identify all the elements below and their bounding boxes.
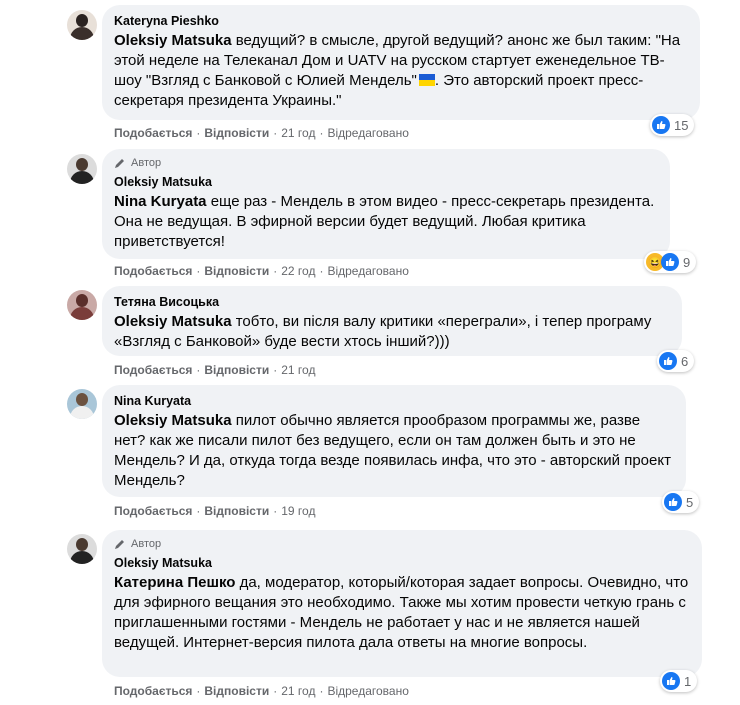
comment-text: Nina Kuryata еще раз - Мендель в этом ви… <box>114 193 655 250</box>
reaction-count: 1 <box>684 673 692 689</box>
comment-actions: Подобається · Відповісти · 19 год <box>114 504 316 518</box>
comment-author[interactable]: Oleksiy Matsuka <box>114 555 690 571</box>
reactions-summary[interactable]: 😆 9 <box>644 251 697 273</box>
edited-label: Відредаговано <box>327 684 409 698</box>
ukraine-flag-icon <box>418 74 435 86</box>
author-badge: Автор <box>114 538 690 551</box>
comment-time[interactable]: 19 год <box>281 504 315 518</box>
edited-label: Відредаговано <box>327 264 409 278</box>
comment-actions: Подобається · Відповісти · 21 год · Відредагов… <box>114 684 409 698</box>
like-reaction-icon <box>659 352 677 370</box>
like-button[interactable]: Подобається <box>114 684 192 698</box>
mention[interactable]: Oleksiy Matsuka <box>114 32 232 49</box>
like-reaction-icon <box>661 253 679 271</box>
comment-time[interactable]: 21 год <box>281 363 315 377</box>
comment-time[interactable]: 22 год <box>281 264 315 278</box>
comment-text: Катерина Пешко да, модератор, который/ко… <box>114 574 689 651</box>
comment-text: Oleksiy Matsuka ведущий? в смысле, друго… <box>114 32 681 109</box>
comment-actions: Подобається · Відповісти · 21 год <box>114 363 316 377</box>
author-badge: Автор <box>114 157 658 170</box>
pencil-icon <box>115 540 124 549</box>
avatar[interactable] <box>67 10 97 40</box>
like-reaction-icon <box>662 672 680 690</box>
comment-author[interactable]: Тетяна Висоцька <box>114 294 670 310</box>
mention[interactable]: Oleksiy Matsuka <box>114 313 232 330</box>
reaction-count: 9 <box>683 254 691 270</box>
mention[interactable]: Oleksiy Matsuka <box>114 412 232 429</box>
reaction-count: 5 <box>686 494 694 510</box>
avatar[interactable] <box>67 534 97 564</box>
like-button[interactable]: Подобається <box>114 363 192 377</box>
mention[interactable]: Nina Kuryata <box>114 193 207 210</box>
comment-author[interactable]: Oleksiy Matsuka <box>114 174 658 190</box>
comment-text: Oleksiy Matsuka пилот обычно является пр… <box>114 412 671 489</box>
avatar[interactable] <box>67 389 97 419</box>
like-button[interactable]: Подобається <box>114 126 192 140</box>
avatar[interactable] <box>67 154 97 184</box>
reactions-summary[interactable]: 5 <box>662 491 700 513</box>
comment-bubble: Автор Oleksiy Matsuka Nina Kuryata еще р… <box>102 149 670 259</box>
reactions-summary[interactable]: 6 <box>657 350 695 372</box>
comment-author[interactable]: Kateryna Pieshko <box>114 13 688 29</box>
pencil-icon <box>115 159 124 168</box>
comment-time[interactable]: 21 год <box>281 126 315 140</box>
like-button[interactable]: Подобається <box>114 504 192 518</box>
reply-button[interactable]: Відповісти <box>204 363 269 377</box>
comment-bubble: Kateryna Pieshko Oleksiy Matsuka ведущий… <box>102 5 700 120</box>
comment-bubble: Тетяна Висоцька Oleksiy Matsuka тобто, в… <box>102 286 682 356</box>
edited-label: Відредаговано <box>327 126 409 140</box>
comment-author[interactable]: Nina Kuryata <box>114 393 674 409</box>
like-reaction-icon <box>652 116 670 134</box>
comment-bubble: Nina Kuryata Oleksiy Matsuka пилот обычн… <box>102 385 686 497</box>
reply-button[interactable]: Відповісти <box>204 126 269 140</box>
reply-button[interactable]: Відповісти <box>204 684 269 698</box>
comment-text: Oleksiy Matsuka тобто, ви після валу кри… <box>114 313 652 350</box>
reactions-summary[interactable]: 15 <box>650 114 695 136</box>
avatar[interactable] <box>67 290 97 320</box>
reply-button[interactable]: Відповісти <box>204 264 269 278</box>
comment-bubble: Автор Oleksiy Matsuka Катерина Пешко да,… <box>102 530 702 677</box>
reaction-count: 15 <box>674 117 689 133</box>
reactions-summary[interactable]: 1 <box>660 670 698 692</box>
comment-actions: Подобається · Відповісти · 21 год · Відредагов… <box>114 126 409 140</box>
mention[interactable]: Катерина Пешко <box>114 574 235 591</box>
comment-time[interactable]: 21 год <box>281 684 315 698</box>
like-reaction-icon <box>664 493 682 511</box>
reaction-count: 6 <box>681 353 689 369</box>
reply-button[interactable]: Відповісти <box>204 504 269 518</box>
comment-actions: Подобається · Відповісти · 22 год · Відредагов… <box>114 264 409 278</box>
like-button[interactable]: Подобається <box>114 264 192 278</box>
